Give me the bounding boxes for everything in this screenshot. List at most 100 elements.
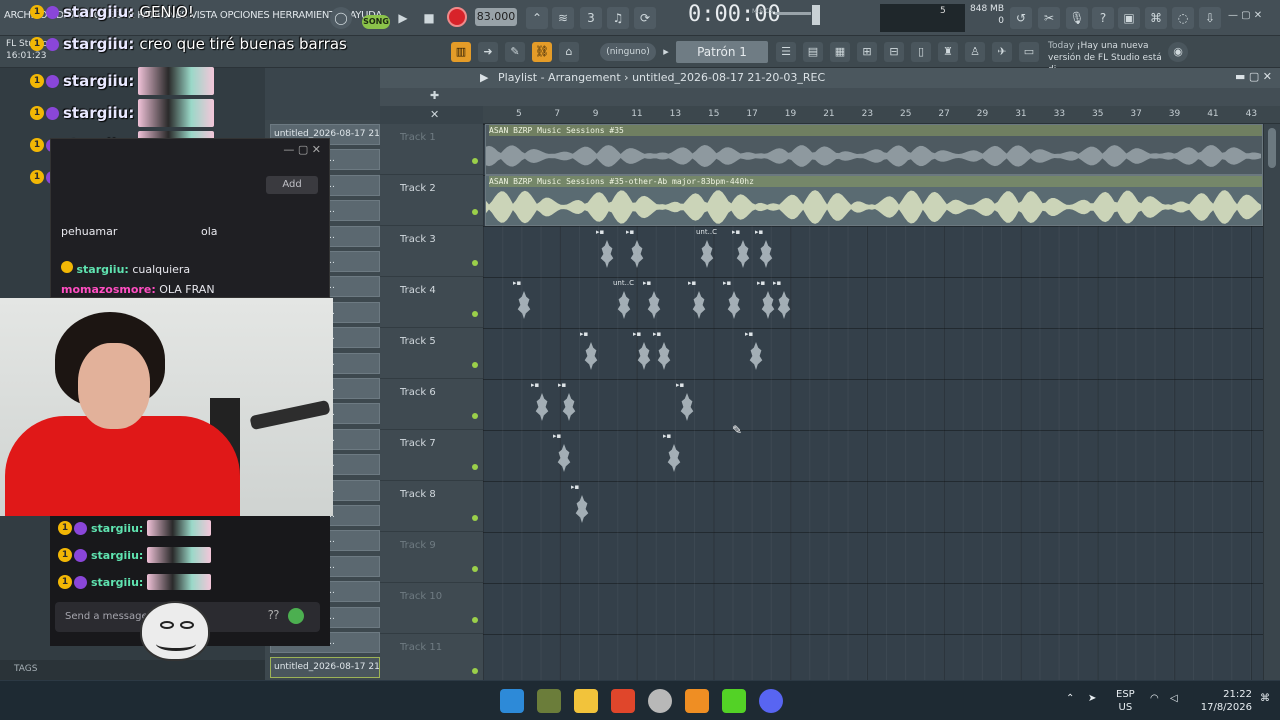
wait-icon[interactable]: ≋: [552, 7, 574, 29]
chat-username[interactable]: stargiiu:: [91, 576, 143, 589]
track-mute-led[interactable]: [472, 260, 478, 266]
track-header[interactable]: Track 10: [380, 583, 483, 634]
vocal-chop-clip[interactable]: ▸▪: [732, 226, 754, 277]
piano-icon[interactable]: ▥: [451, 42, 471, 62]
chat-send-icons[interactable]: ⁇: [268, 608, 308, 626]
piano-roll-icon[interactable]: ▤: [803, 42, 823, 62]
tempo-display[interactable]: 83.000: [475, 8, 517, 26]
file-explorer-icon[interactable]: [574, 689, 598, 713]
scroll-thumb[interactable]: [1268, 128, 1276, 168]
arrangement-grid[interactable]: ASAN BZRP Music Sessions #35 ASAN BZRP M…: [483, 124, 1263, 680]
notification-icon[interactable]: ⌘: [1260, 693, 1270, 704]
playlist-icon[interactable]: ☰: [776, 42, 796, 62]
main-volume-slider[interactable]: [775, 12, 811, 15]
vocal-chop-clip[interactable]: ▸▪: [513, 277, 535, 328]
audio-clip-track2[interactable]: ASAN BZRP Music Sessions #35-other-Ab ma…: [485, 175, 1263, 226]
vocal-chop-clip[interactable]: ▸▪: [676, 379, 698, 430]
obs-icon[interactable]: [648, 689, 672, 713]
input-language[interactable]: ESP US: [1116, 688, 1135, 714]
track-mute-led[interactable]: [472, 311, 478, 317]
vocal-chop-clip[interactable]: ▸▪: [745, 328, 767, 379]
window-controls[interactable]: — ▢ ✕: [1228, 10, 1262, 21]
track-header[interactable]: Track 3: [380, 226, 483, 277]
playlist-options-icon[interactable]: ▶: [480, 71, 488, 84]
stop-icon[interactable]: ■: [418, 7, 440, 29]
tray-overflow-icon[interactable]: ⌃: [1066, 693, 1074, 704]
chat-icon[interactable]: ◌: [1172, 7, 1194, 29]
blend-notes-icon[interactable]: ♫: [607, 7, 629, 29]
fl-logo-icon[interactable]: ◉: [1168, 42, 1188, 62]
chat-username[interactable]: stargiiu:: [63, 104, 134, 122]
track-header[interactable]: Track 1: [380, 124, 483, 175]
browser-tags[interactable]: TAGS: [0, 660, 265, 680]
vocal-chop-clip[interactable]: ▸▪: [755, 226, 777, 277]
track-name[interactable]: Track 2: [400, 183, 436, 194]
help-icon[interactable]: ?: [1092, 7, 1114, 29]
track-header[interactable]: Track 11: [380, 634, 483, 685]
tempo-tapper-icon[interactable]: ♜: [938, 42, 958, 62]
channel-rack-icon[interactable]: ▦: [830, 42, 850, 62]
wifi-icon[interactable]: ◠: [1150, 693, 1159, 704]
plugin-picker-icon[interactable]: ▯: [911, 42, 931, 62]
browser-icon[interactable]: ⊟: [884, 42, 904, 62]
vocal-chop-clip[interactable]: ▸▪: [558, 379, 580, 430]
vocal-chop-clip[interactable]: ▸▪: [531, 379, 553, 430]
add-button[interactable]: Add: [266, 176, 318, 194]
track-name[interactable]: Track 4: [400, 285, 436, 296]
vocal-chop-clip[interactable]: ▸▪: [571, 481, 593, 532]
track-mute-led[interactable]: [472, 515, 478, 521]
undo-icon[interactable]: ↺: [1010, 7, 1032, 29]
discord-icon[interactable]: [759, 689, 783, 713]
link-icon[interactable]: ⛓: [532, 42, 552, 62]
zoom-icon[interactable]: ✚: [430, 89, 439, 102]
chat-username[interactable]: stargiiu:: [91, 522, 143, 535]
track-header[interactable]: Track 5: [380, 328, 483, 379]
stamp-icon[interactable]: ⌂: [559, 42, 579, 62]
countdown-icon[interactable]: 3: [580, 7, 602, 29]
tray-app-icon[interactable]: ➤: [1088, 693, 1096, 704]
chat-username[interactable]: stargiiu:: [63, 72, 134, 90]
brave-browser-icon[interactable]: [611, 689, 635, 713]
track-header[interactable]: Track 6: [380, 379, 483, 430]
volume-icon[interactable]: ◁: [1170, 693, 1178, 704]
track-name[interactable]: Track 11: [400, 642, 442, 653]
chat-username[interactable]: stargiiu:: [77, 263, 129, 276]
download-icon[interactable]: ⇩: [1199, 7, 1221, 29]
timeline-ruler[interactable]: 5 7 9 11 13 15 17 19 21 23 25 27 29 31 33 35 37 39 41 43: [483, 106, 1280, 124]
vocal-chop-clip[interactable]: ▸▪: [633, 328, 655, 379]
vocal-chop-clip[interactable]: ▸▪: [723, 277, 745, 328]
track-name[interactable]: Track 10: [400, 591, 442, 602]
track-mute-led[interactable]: [472, 464, 478, 470]
track-header[interactable]: Track 2: [380, 175, 483, 226]
fl-studio-icon[interactable]: [685, 689, 709, 713]
vocal-chop-clip[interactable]: ▸▪: [596, 226, 618, 277]
emote-picker-icon[interactable]: [288, 608, 304, 624]
chat-user-pehuamar[interactable]: pehuamar: [61, 225, 117, 238]
track-name[interactable]: Track 9: [400, 540, 436, 551]
shop-icon[interactable]: ▭: [1019, 42, 1039, 62]
windows-start-icon[interactable]: [500, 689, 524, 713]
playlist-window-controls[interactable]: ▬ ▢ ✕: [1235, 70, 1272, 83]
kick-icon[interactable]: [722, 689, 746, 713]
vocal-chop-clip[interactable]: ▸▪: [663, 430, 685, 481]
vocal-chop-clip[interactable]: unt..C: [613, 277, 635, 328]
chat-popup-controls[interactable]: — ▢ ✕: [283, 143, 321, 156]
tools-icon[interactable]: ✂: [1038, 7, 1060, 29]
recent-file-item[interactable]: untitled_2026-08-17 21-...: [270, 657, 380, 679]
track-name[interactable]: Track 7: [400, 438, 436, 449]
save-icon[interactable]: ▣: [1118, 7, 1140, 29]
chat-username[interactable]: stargiiu:: [63, 3, 134, 21]
track-name[interactable]: Track 1: [400, 132, 436, 143]
track-name[interactable]: Track 8: [400, 489, 436, 500]
taskbar-clock[interactable]: 21:22 17/8/2026: [1196, 688, 1252, 714]
track-mute-led[interactable]: [472, 209, 478, 215]
vocal-chop-clip[interactable]: ▸▪: [580, 328, 602, 379]
vocal-chop-clip[interactable]: ▸▪: [643, 277, 665, 328]
vocal-chop-clip[interactable]: ▸▪: [773, 277, 795, 328]
vocal-chop-clip[interactable]: ▸▪: [553, 430, 575, 481]
vocal-chop-clip[interactable]: unt..C: [696, 226, 718, 277]
audio-clip-track1[interactable]: ASAN BZRP Music Sessions #35: [485, 124, 1263, 175]
vocal-chop-clip[interactable]: ▸▪: [688, 277, 710, 328]
record-button[interactable]: [447, 7, 467, 27]
track-mute-led[interactable]: [472, 413, 478, 419]
